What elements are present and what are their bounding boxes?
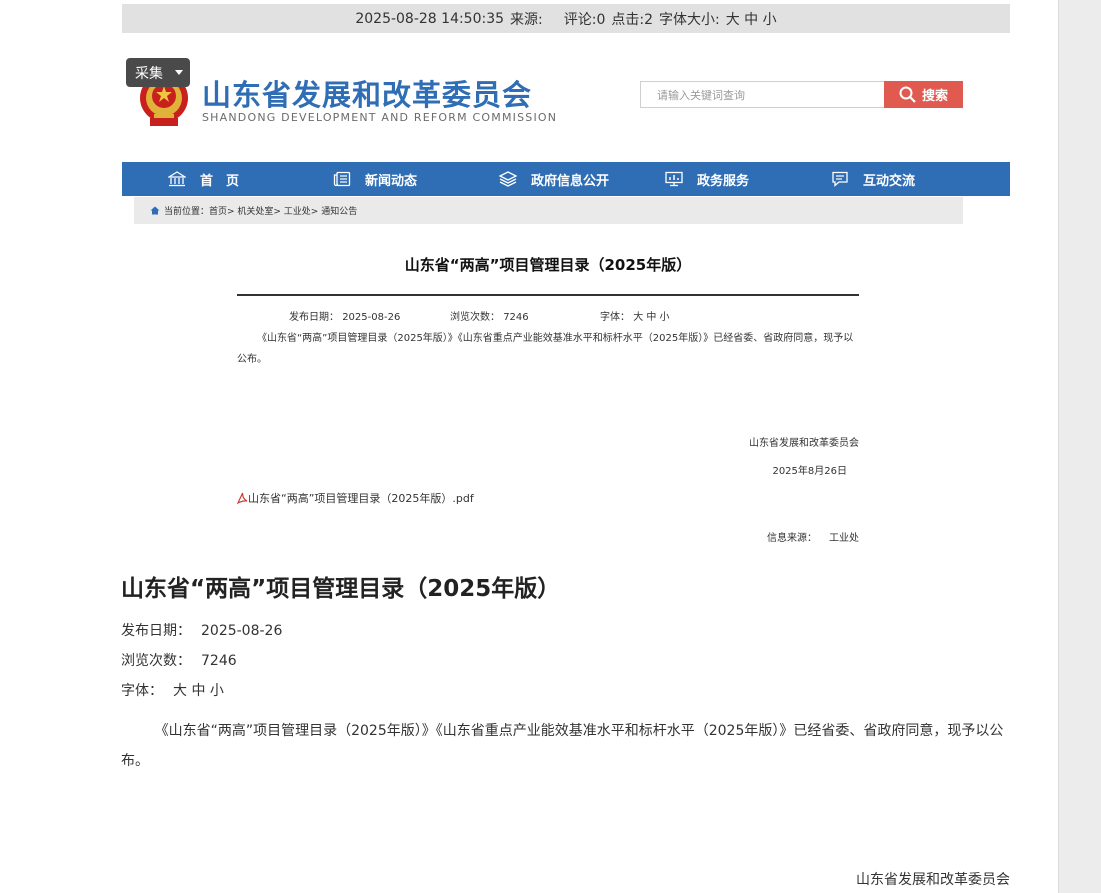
top-info-bar: 2025-08-28 14:50:35 来源: 评论:0 点击:2 字体大小: …: [122, 4, 1010, 33]
vertical-scrollbar[interactable]: [1058, 0, 1101, 893]
font-size-label: 字体大小:: [659, 11, 720, 28]
plain-publish-date: 发布日期： 2025-08-26: [121, 620, 282, 640]
plain-views-value: 7246: [201, 653, 237, 669]
font-size-meta: 字体： 大 中 小: [600, 308, 670, 323]
plain-font-label: 字体：: [121, 683, 163, 699]
breadcrumb-text[interactable]: 当前位置：首页> 机关处室> 工业处> 通知公告: [164, 204, 357, 217]
news-icon: [333, 171, 351, 187]
search-button[interactable]: 搜索: [884, 81, 963, 108]
plain-font-options[interactable]: 大 中 小: [173, 683, 224, 699]
article-body: 《山东省“两高”项目管理目录（2025年版）》《山东省重点产业能效基准水平和标杆…: [237, 333, 854, 365]
views-count: 7246: [503, 312, 529, 323]
source-label: 来源:: [510, 11, 543, 28]
source-label: 信息来源：: [767, 533, 817, 544]
attachment-link[interactable]: 山东省“两高”项目管理目录（2025年版）.pdf: [237, 490, 474, 506]
nav-item-gov-info[interactable]: 政府信息公开: [499, 162, 609, 196]
plain-views: 浏览次数： 7246: [121, 650, 237, 670]
home-icon: [168, 171, 186, 187]
info-source: 信息来源： 工业处: [237, 529, 859, 544]
signature-date: 2025年8月26日: [772, 466, 847, 477]
search-box: [640, 81, 889, 109]
site-subtitle: SHANDONG DEVELOPMENT AND REFORM COMMISSI…: [202, 111, 558, 124]
search-button-label: 搜索: [921, 89, 948, 104]
collect-label: 采集: [135, 65, 163, 82]
site-header: 采集 山东省发展和改革委员会 SHANDONG DEVELOPMENT AND …: [122, 56, 1010, 146]
publish-date: 2025-08-26: [342, 312, 401, 323]
pdf-icon: [237, 492, 248, 504]
plain-font-size: 字体： 大 中 小: [121, 680, 224, 700]
publish-label: 发布日期：: [289, 312, 339, 323]
font-label: 字体：: [600, 312, 630, 323]
plain-body: 《山东省“两高”项目管理目录（2025年版）》《山东省重点产业能效基准水平和标杆…: [121, 723, 1004, 769]
nav-item-news[interactable]: 新闻动态: [333, 162, 417, 196]
home-icon: [150, 206, 160, 215]
main-nav: 首 页 新闻动态 政府信息公开 政务服务 互动交流: [122, 162, 1010, 196]
font-size-switch[interactable]: 大 中 小: [633, 312, 669, 323]
datetime: 2025-08-28 14:50:35: [355, 10, 505, 27]
plain-publish-label: 发布日期：: [121, 623, 191, 639]
chevron-down-icon: [175, 70, 183, 75]
nav-item-label: 政务服务: [697, 173, 750, 189]
nav-item-label: 首 页: [200, 173, 240, 189]
nav-item-label: 互动交流: [863, 173, 916, 189]
layers-icon: [499, 171, 517, 187]
title-divider: [237, 294, 859, 296]
nav-item-label: 政府信息公开: [531, 173, 610, 189]
publish-date-meta: 发布日期： 2025-08-26: [289, 308, 400, 323]
views-meta: 浏览次数： 7246: [450, 308, 529, 323]
article-title: 山东省“两高”项目管理目录（2025年版）: [404, 256, 692, 274]
click-count: 点击:2: [611, 11, 654, 28]
views-label: 浏览次数：: [450, 312, 500, 323]
font-size-options[interactable]: 大 中 小: [726, 9, 777, 29]
source-value[interactable]: 工业处: [829, 533, 859, 544]
chart-icon: [665, 171, 683, 187]
collect-button[interactable]: 采集: [126, 58, 190, 87]
signature-org: 山东省发展和改革委员会: [749, 438, 859, 449]
nav-item-services[interactable]: 政务服务: [665, 162, 749, 196]
site-title[interactable]: 山东省发展和改革委员会: [202, 72, 532, 114]
breadcrumb: 当前位置：首页> 机关处室> 工业处> 通知公告: [134, 197, 963, 224]
chat-icon: [832, 171, 848, 187]
nav-item-interaction[interactable]: 互动交流: [831, 162, 915, 196]
plain-title: 山东省“两高”项目管理目录（2025年版）: [121, 576, 561, 602]
comment-count: 评论:0: [563, 11, 606, 28]
attachment-name: 山东省“两高”项目管理目录（2025年版）.pdf: [248, 492, 474, 505]
search-input[interactable]: [641, 82, 889, 109]
nav-item-home[interactable]: 首 页: [168, 162, 239, 196]
plain-publish-value: 2025-08-26: [201, 623, 283, 639]
plain-views-label: 浏览次数：: [121, 653, 191, 669]
search-icon: [899, 86, 916, 103]
plain-signature-org: 山东省发展和改革委员会: [856, 872, 1010, 888]
nav-item-label: 新闻动态: [365, 173, 418, 189]
